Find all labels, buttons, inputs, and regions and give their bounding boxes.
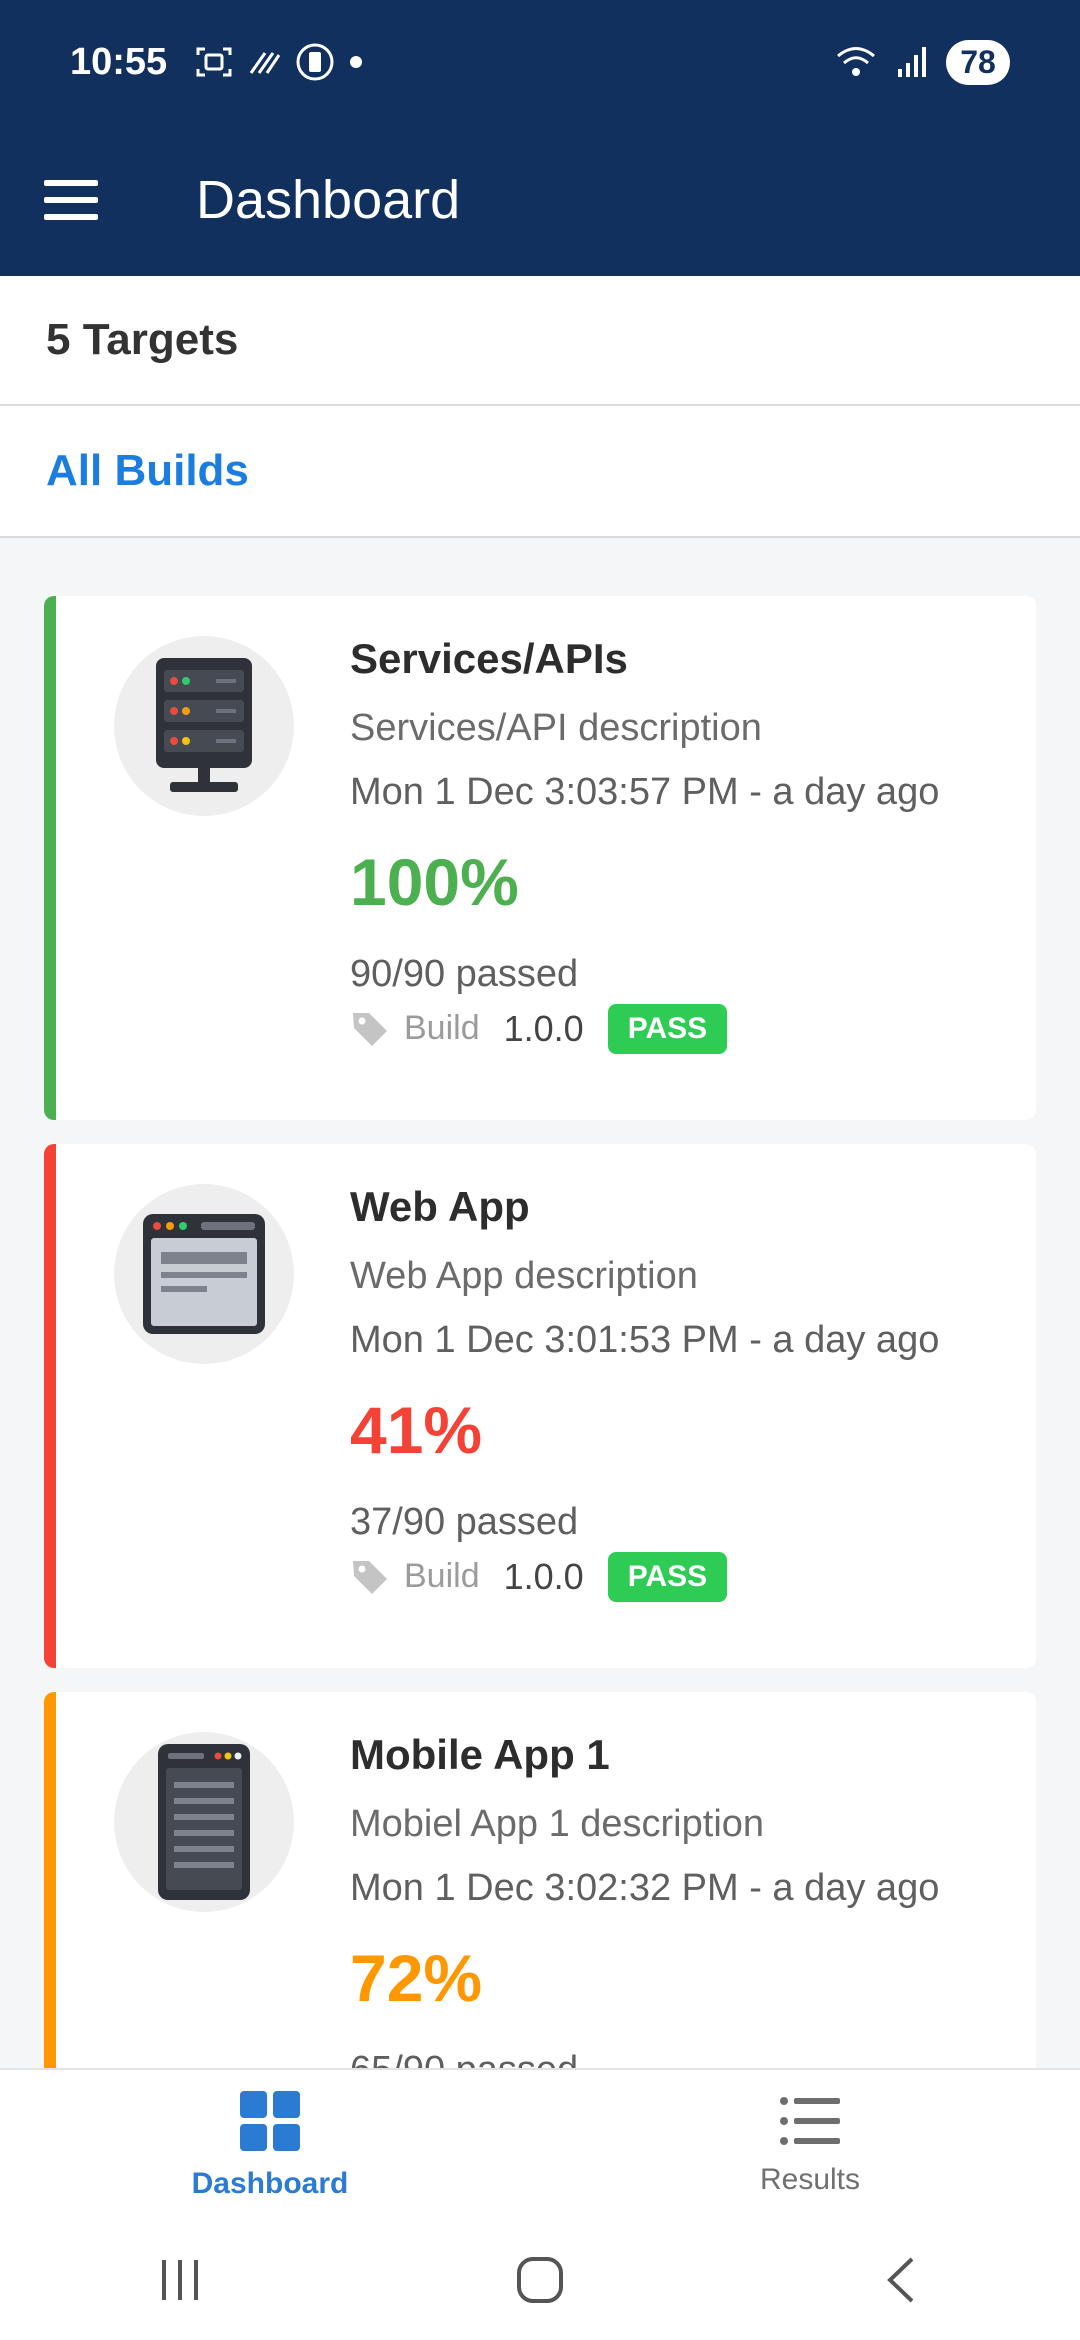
battery-indicator: 78 xyxy=(946,39,1010,85)
target-list[interactable]: Services/APIs Services/API description M… xyxy=(0,538,1080,2068)
passed-count: 90/90 passed xyxy=(350,953,579,996)
recents-button[interactable] xyxy=(120,2235,240,2325)
toolbar: Dashboard xyxy=(0,124,1080,276)
tag-icon xyxy=(353,1560,387,1594)
vibrate-icon xyxy=(296,43,334,81)
all-builds-link[interactable]: All Builds xyxy=(0,406,1080,538)
hamburger-line xyxy=(44,180,98,186)
build-version: 1.0.0 xyxy=(503,1007,584,1049)
target-description: Services/API description xyxy=(350,707,762,750)
back-button[interactable] xyxy=(840,2235,960,2325)
target-card-services-apis[interactable]: Services/APIs Services/API description M… xyxy=(44,596,1036,1120)
dashboard-grid-icon xyxy=(240,2091,300,2151)
nav-dashboard[interactable]: Dashboard xyxy=(0,2070,540,2220)
browser-window-icon xyxy=(143,1214,265,1334)
tag-icon xyxy=(353,1012,387,1046)
build-info: Build 1.0.0 PASS xyxy=(350,1551,1016,1602)
wifi-icon xyxy=(837,47,875,76)
bottom-navigation: Dashboard Results xyxy=(0,2068,1080,2220)
target-name: Mobile App 1 xyxy=(350,1731,610,1778)
target-name: Web App xyxy=(350,1183,530,1230)
nav-results[interactable]: Results xyxy=(540,2070,1080,2220)
status-badge: PASS xyxy=(607,1003,728,1054)
target-card-mobile-app-1[interactable]: Mobile App 1 Mobiel App 1 description Mo… xyxy=(44,1692,1036,2068)
status-stripe xyxy=(44,1692,56,2068)
nfc-icon xyxy=(249,52,281,74)
passed-count: 65/90 passed xyxy=(350,2048,1016,2068)
build-version: 1.0.0 xyxy=(503,1555,584,1597)
target-thumbnail xyxy=(114,1184,294,1364)
build-info: Build 1.0.0 PASS xyxy=(350,1003,1016,1054)
build-label: Build xyxy=(404,1557,480,1596)
hamburger-line xyxy=(44,214,98,220)
status-stripe xyxy=(44,596,56,1120)
notification-dot-icon xyxy=(350,56,363,68)
target-timestamp: Mon 1 Dec 3:03:57 PM - a day ago xyxy=(350,770,940,813)
status-stripe xyxy=(44,1144,56,1668)
target-thumbnail xyxy=(114,1732,294,1912)
targets-count: 5 Targets xyxy=(0,276,1080,406)
pass-percentage: 41% xyxy=(350,1392,483,1467)
target-description: Mobiel App 1 description xyxy=(350,1803,765,1846)
status-time: 10:55 xyxy=(70,40,168,83)
system-navigation-bar xyxy=(0,2220,1080,2340)
menu-button[interactable] xyxy=(44,180,98,220)
list-icon xyxy=(780,2097,840,2145)
pass-percentage: 100% xyxy=(350,844,519,919)
target-card-web-app[interactable]: Web App Web App description Mon 1 Dec 3:… xyxy=(44,1144,1036,1668)
app-bar: 10:55 78 Dashboard xyxy=(0,0,1080,276)
status-badge: PASS xyxy=(607,1551,728,1602)
signal-icon xyxy=(898,47,926,77)
home-icon xyxy=(517,2257,563,2303)
page-title: Dashboard xyxy=(196,170,461,230)
recents-icon xyxy=(162,2260,198,2300)
home-button[interactable] xyxy=(480,2235,600,2325)
target-name: Services/APIs xyxy=(350,635,628,682)
pass-percentage: 72% xyxy=(350,1940,483,2015)
hamburger-line xyxy=(44,197,98,203)
nav-results-label: Results xyxy=(759,2163,861,2196)
mobile-phone-icon xyxy=(158,1744,250,1900)
screenshot-icon xyxy=(196,47,232,77)
build-label: Build xyxy=(404,1009,480,1048)
target-description: Web App description xyxy=(350,1255,698,1298)
status-bar: 10:55 78 xyxy=(0,0,1080,124)
passed-count: 37/90 passed xyxy=(350,1501,579,1544)
nav-dashboard-label: Dashboard xyxy=(191,2167,349,2200)
target-thumbnail xyxy=(114,636,294,816)
target-timestamp: Mon 1 Dec 3:01:53 PM - a day ago xyxy=(350,1318,940,1361)
back-chevron-icon xyxy=(887,2257,914,2303)
target-timestamp: Mon 1 Dec 3:02:32 PM - a day ago xyxy=(350,1866,940,1909)
server-icon xyxy=(156,658,252,792)
